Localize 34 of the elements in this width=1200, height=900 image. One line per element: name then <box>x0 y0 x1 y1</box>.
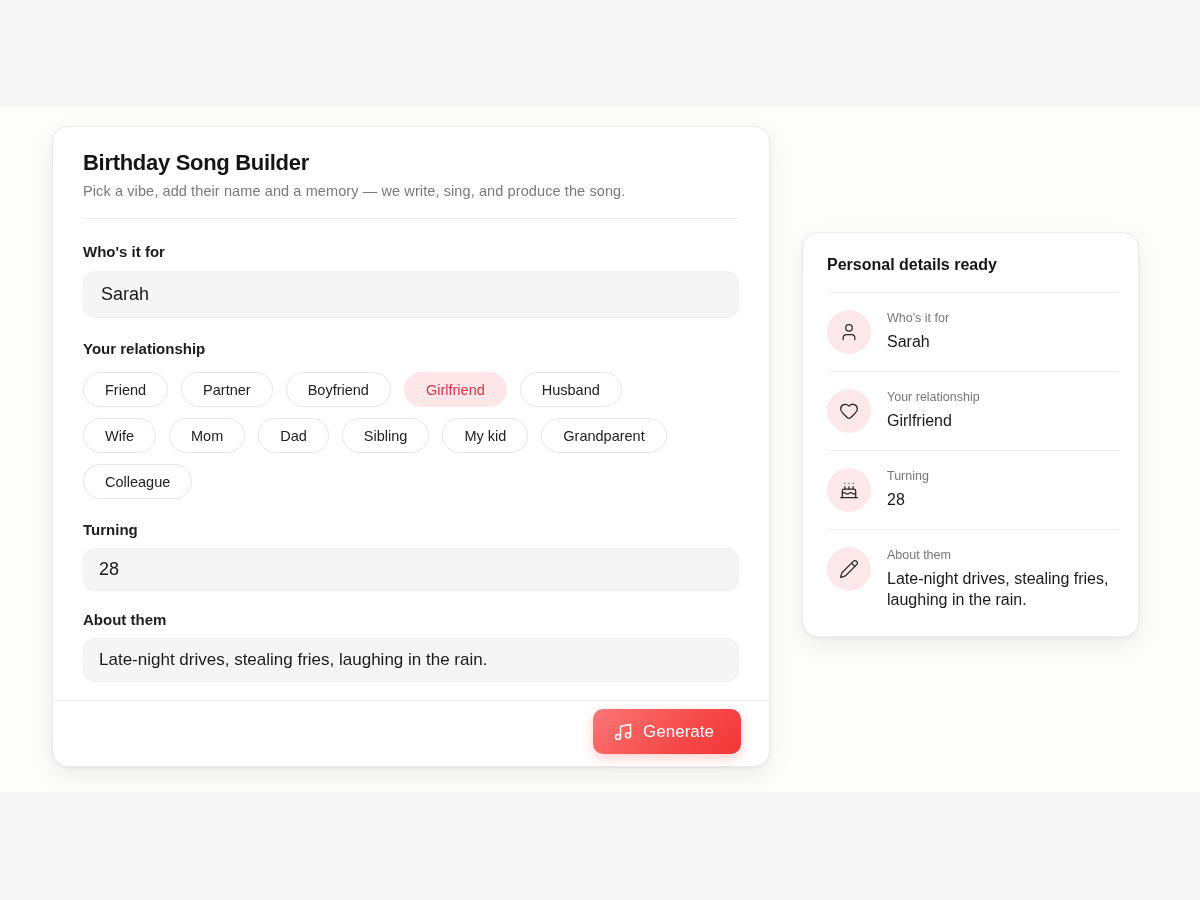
relationship-chip[interactable]: Girlfriend <box>403 372 507 407</box>
about-field[interactable]: Late-night drives, stealing fries, laughing in the rain. <box>83 638 739 682</box>
relationship-chip[interactable]: Colleague <box>83 464 193 499</box>
relationship-chip[interactable]: Boyfriend <box>285 372 391 407</box>
relationship-chip[interactable]: Wife <box>83 418 156 453</box>
summary-title: Personal details ready <box>827 255 998 275</box>
relationship-chip[interactable]: Dad <box>258 418 329 453</box>
relationship-chip[interactable]: Mom <box>169 418 246 453</box>
field-label: Turning <box>83 520 139 540</box>
summary-value: Late-night drives, stealing fries, laughing in the rain. <box>887 569 1110 610</box>
field-label: Who's it for <box>83 242 166 262</box>
relationship-chip[interactable]: My kid <box>442 418 529 453</box>
card-subtitle: Pick a vibe, add their name and a memory — we write, sing, and produce the song. <box>83 182 627 201</box>
summary-label: Your relationship <box>887 389 980 405</box>
relationship-chip[interactable]: Sibling <box>341 418 430 453</box>
name-field[interactable]: Sarah <box>83 271 739 318</box>
cake-icon <box>827 468 871 512</box>
music-note-icon <box>613 721 634 742</box>
relationship-chip[interactable]: Partner <box>181 372 273 407</box>
summary-value: 28 <box>887 490 906 510</box>
pencil-icon <box>827 547 871 591</box>
card-title: Birthday Song Builder <box>83 149 310 177</box>
summary-label: Turning <box>887 468 929 484</box>
summary-value: Girlfriend <box>887 411 953 431</box>
relationship-chip[interactable]: Husband <box>519 372 622 407</box>
relationship-chip[interactable]: Friend <box>83 372 169 407</box>
field-label: About them <box>83 610 168 630</box>
relationship-chip[interactable]: Grandparent <box>541 418 667 453</box>
summary-value: Sarah <box>887 332 931 352</box>
summary-label: About them <box>887 547 952 563</box>
person-icon <box>827 310 871 354</box>
age-field[interactable]: 28 <box>83 548 739 591</box>
summary-label: Who's it for <box>887 310 950 326</box>
field-label: Your relationship <box>83 339 207 359</box>
